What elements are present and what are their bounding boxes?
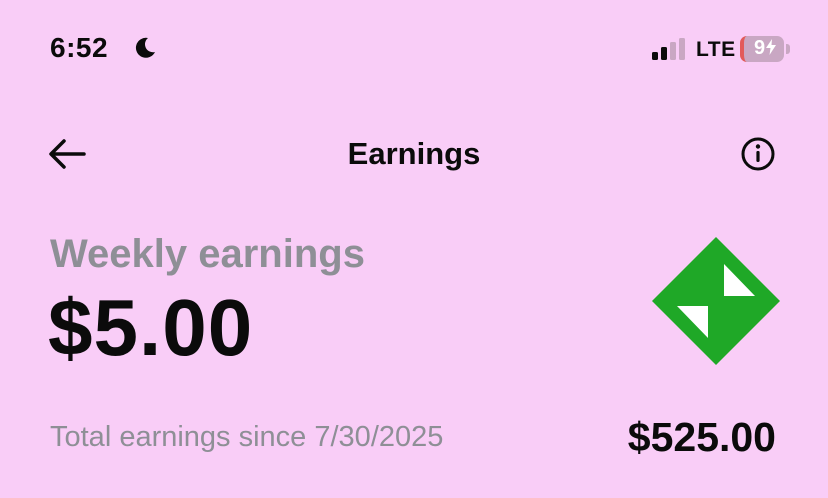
info-icon[interactable] [738, 134, 778, 174]
battery-level: 9 [754, 37, 777, 60]
status-bar: 6:52 LTE 9 [0, 0, 828, 100]
charging-bolt-icon [766, 39, 777, 55]
earnings-logo-icon [652, 237, 780, 365]
total-earnings-label: Total earnings since 7/30/2025 [50, 421, 444, 453]
status-time: 6:52 [50, 32, 109, 63]
weekly-earnings-amount: $5.00 [48, 283, 254, 372]
battery-icon: 9 [740, 36, 784, 62]
battery-nub [786, 44, 790, 54]
nav-bar: Earnings [0, 120, 828, 190]
total-earnings-amount: $525.00 [627, 414, 776, 460]
signal-icon [652, 38, 685, 60]
weekly-earnings-label: Weekly earnings [50, 232, 365, 276]
page-title: Earnings [347, 136, 481, 171]
network-type: LTE [696, 38, 736, 61]
moon-icon [135, 37, 155, 58]
